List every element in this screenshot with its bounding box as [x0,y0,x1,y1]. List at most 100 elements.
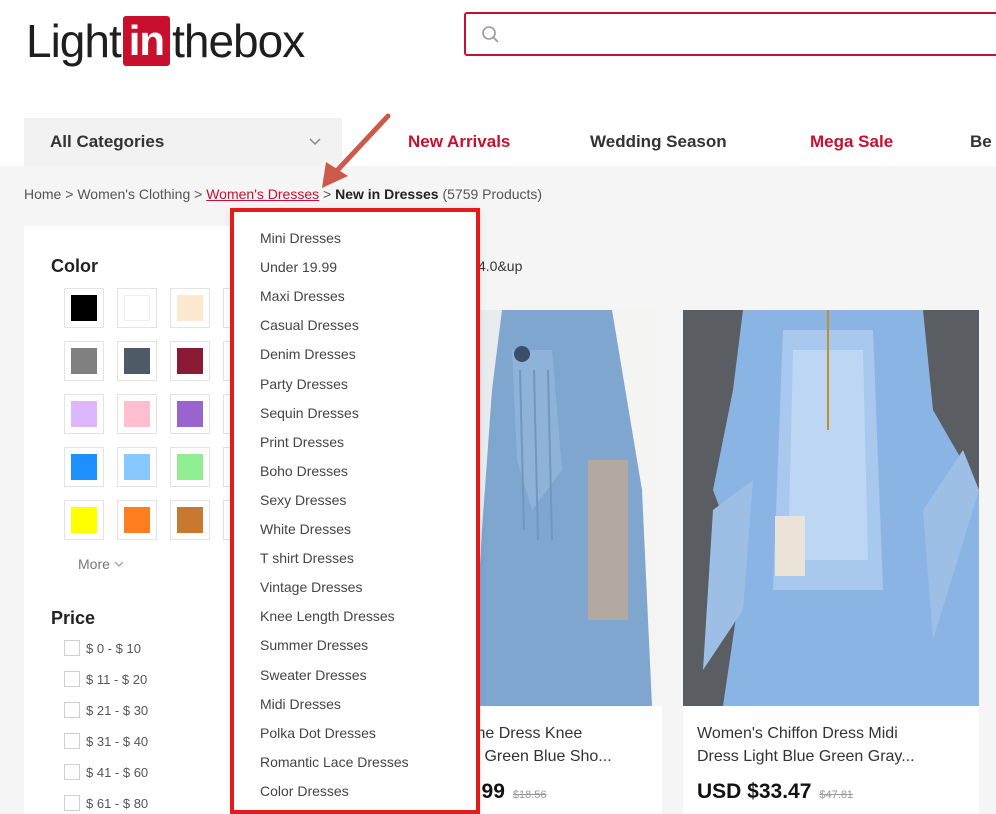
filter-panel: Color More Price $ 0 - $ 10 $ 11 - $ 20 $ … [24,226,264,814]
price-range-label: $ 41 - $ 60 [86,764,149,780]
product-card[interactable]: Women's Chiffon Dress Midi Dress Light B… [683,310,979,814]
price-range-option[interactable]: $ 21 - $ 30 [64,702,148,718]
logo-in-badge: in [122,16,171,66]
product-title[interactable]: Women's Chiffon Dress Midi Dress Light B… [697,722,967,768]
color-swatch-fill [124,401,150,427]
nav-bestsellers[interactable]: Be [970,132,992,152]
price-range-option[interactable]: $ 31 - $ 40 [64,733,148,749]
price-checkbox[interactable] [64,764,80,780]
color-swatch-fill [71,454,97,480]
color-swatch[interactable] [170,341,210,381]
price-range-label: $ 31 - $ 40 [86,733,149,749]
all-categories-dropdown[interactable]: All Categories [24,118,342,166]
color-swatch[interactable] [170,394,210,434]
dropdown-item[interactable]: Under 19.99 [260,259,337,275]
dropdown-item[interactable]: Romantic Lace Dresses [260,754,409,770]
breadcrumb-womens-clothing[interactable]: Women's Clothing [77,186,190,202]
dropdown-item[interactable]: T shirt Dresses [260,550,354,566]
color-swatch-fill [177,454,203,480]
product-image[interactable] [683,310,979,706]
color-swatch[interactable] [64,288,104,328]
color-swatch-fill [71,507,97,533]
page-root: Light in thebox All Categories New Arriv… [0,0,996,814]
dropdown-item[interactable]: White Dresses [260,521,351,537]
color-swatch[interactable] [64,500,104,540]
color-swatch-fill [177,507,203,533]
product-price: USD $33.47 $47.81 [697,780,853,804]
dropdown-item[interactable]: Casual Dresses [260,317,359,333]
nav-wedding-season[interactable]: Wedding Season [590,132,727,152]
dropdown-item[interactable]: Mini Dresses [260,230,341,246]
price-range-option[interactable]: $ 61 - $ 80 [64,795,148,811]
color-swatch[interactable] [64,447,104,487]
breadcrumb-separator: > [190,186,207,202]
price-filter-title: Price [51,608,96,628]
dropdown-item[interactable]: Sexy Dresses [260,492,346,508]
breadcrumb-home[interactable]: Home [24,186,61,202]
price-checkbox[interactable] [64,640,80,656]
price-range-option[interactable]: $ 41 - $ 60 [64,764,148,780]
breadcrumb: Home > Women's Clothing > Women's Dresse… [24,186,542,202]
price-checkbox[interactable] [64,702,80,718]
price-range-label: $ 61 - $ 80 [86,795,149,811]
dropdown-item[interactable]: Vintage Dresses [260,579,362,595]
rating-filter-hint[interactable]: 4.0&up [478,258,522,274]
main-nav: All Categories New Arrivals Wedding Seas… [0,118,996,166]
color-swatch-fill [71,348,97,374]
product-count: (5759 Products) [442,186,543,202]
color-swatch[interactable] [170,288,210,328]
color-swatch[interactable] [170,447,210,487]
search-bar[interactable] [464,12,996,56]
dropdown-item[interactable]: Midi Dresses [260,696,341,712]
all-categories-label: All Categories [50,132,165,151]
price-checkbox[interactable] [64,671,80,687]
original-price: $18.56 [512,789,547,801]
dropdown-item[interactable]: Sweater Dresses [260,667,367,683]
search-input[interactable] [510,18,990,50]
price-range-option[interactable]: $ 11 - $ 20 [64,671,147,687]
price-checkbox[interactable] [64,795,80,811]
site-header: Light in thebox [0,0,996,118]
breadcrumb-separator: > [61,186,78,202]
color-swatch[interactable] [117,447,157,487]
dropdown-item[interactable]: Polka Dot Dresses [260,725,376,741]
search-icon[interactable] [480,24,502,46]
color-swatch-fill [71,401,97,427]
color-swatch-fill [124,454,150,480]
color-swatch[interactable] [117,288,157,328]
dropdown-item[interactable]: Color Dresses [260,783,349,799]
color-swatch-fill [124,348,150,374]
dropdown-item[interactable]: Maxi Dresses [260,288,345,304]
site-logo[interactable]: Light in thebox [26,14,305,68]
price-range-label: $ 21 - $ 30 [86,702,149,718]
nav-mega-sale[interactable]: Mega Sale [810,132,893,152]
color-swatch[interactable] [117,500,157,540]
color-swatch-fill [71,295,97,321]
color-swatch[interactable] [117,394,157,434]
dropdown-item[interactable]: Party Dresses [260,376,348,392]
more-colors-link[interactable]: More [78,556,124,572]
dropdown-item[interactable]: Denim Dresses [260,346,356,362]
dropdown-item[interactable]: Boho Dresses [260,463,348,479]
current-price: USD $33.47 [697,780,812,803]
chevron-down-icon [114,561,124,567]
color-swatch-fill [177,295,203,321]
color-swatch[interactable] [64,341,104,381]
dropdown-item[interactable]: Print Dresses [260,434,344,450]
color-swatch[interactable] [64,394,104,434]
logo-text-right: thebox [172,15,305,67]
color-swatch[interactable] [170,500,210,540]
nav-new-arrivals[interactable]: New Arrivals [408,132,510,152]
product-title-line: Women's Chiffon Dress Midi [697,725,898,742]
annotation-arrow-icon [322,113,391,188]
logo-text-left: Light [26,15,122,67]
color-swatch-fill [124,507,150,533]
color-filter-title: Color [51,256,98,276]
dropdown-item[interactable]: Knee Length Dresses [260,608,395,624]
dropdown-item[interactable]: Summer Dresses [260,637,368,653]
price-checkbox[interactable] [64,733,80,749]
dropdown-item[interactable]: Sequin Dresses [260,405,359,421]
price-range-label: $ 11 - $ 20 [86,671,148,687]
color-swatch[interactable] [117,341,157,381]
price-range-option[interactable]: $ 0 - $ 10 [64,640,141,656]
